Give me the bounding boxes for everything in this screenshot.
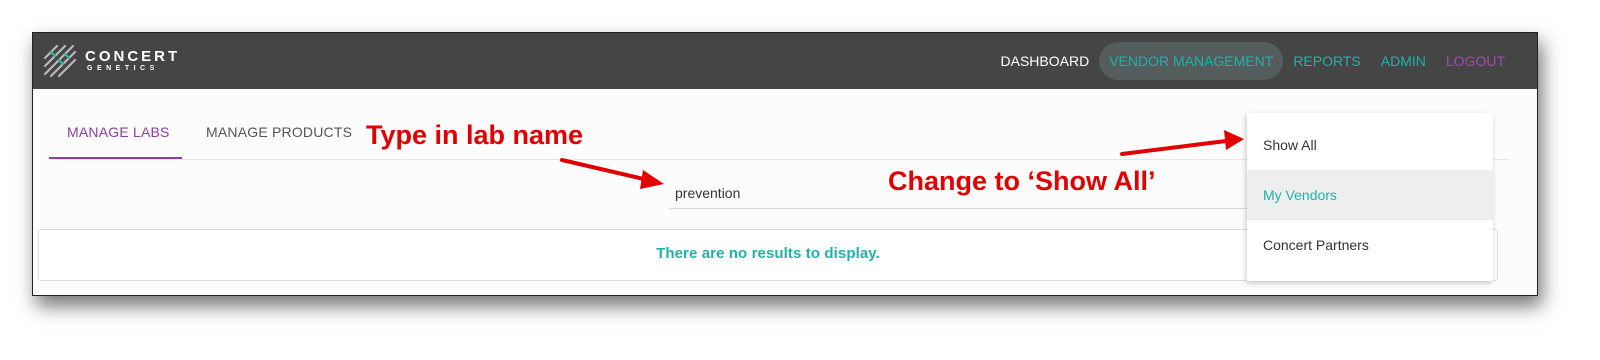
main-content: MANAGE LABS MANAGE PRODUCTS prevention T… <box>33 89 1537 295</box>
concert-genetics-logo[interactable]: CONCERT GENETICS <box>43 41 180 81</box>
concert-genetics-logo-icon <box>43 44 77 78</box>
main-nav: DASHBOARD VENDOR MANAGEMENT REPORTS ADMI… <box>991 42 1516 80</box>
logo-sub-text: GENETICS <box>87 64 159 72</box>
tab-manage-labs[interactable]: MANAGE LABS <box>67 124 170 140</box>
vendor-filter-dropdown[interactable]: Show All My Vendors Concert Partners <box>1247 113 1493 281</box>
logo-main-text: CONCERT <box>85 47 181 65</box>
app-window: CONCERT GENETICS DASHBOARD VENDOR MANAGE… <box>32 32 1538 296</box>
nav-logout[interactable]: LOGOUT <box>1436 42 1515 80</box>
top-navigation-bar: CONCERT GENETICS DASHBOARD VENDOR MANAGE… <box>33 33 1537 89</box>
annotation-type-lab-name: Type in lab name <box>366 120 584 150</box>
tab-manage-products[interactable]: MANAGE PRODUCTS <box>206 124 352 140</box>
nav-vendor-management[interactable]: VENDOR MANAGEMENT <box>1099 42 1284 80</box>
filter-option-show-all[interactable]: Show All <box>1247 120 1493 170</box>
active-tab-indicator <box>49 157 182 159</box>
logo-wordmark: CONCERT GENETICS <box>85 49 180 74</box>
filter-option-my-vendors[interactable]: My Vendors <box>1247 170 1493 220</box>
nav-dashboard[interactable]: DASHBOARD <box>991 42 1100 80</box>
annotation-change-show-all: Change to ‘Show All’ <box>888 166 1156 196</box>
nav-reports[interactable]: REPORTS <box>1283 42 1370 80</box>
filter-option-concert-partners[interactable]: Concert Partners <box>1247 220 1493 270</box>
nav-admin[interactable]: ADMIN <box>1371 42 1436 80</box>
